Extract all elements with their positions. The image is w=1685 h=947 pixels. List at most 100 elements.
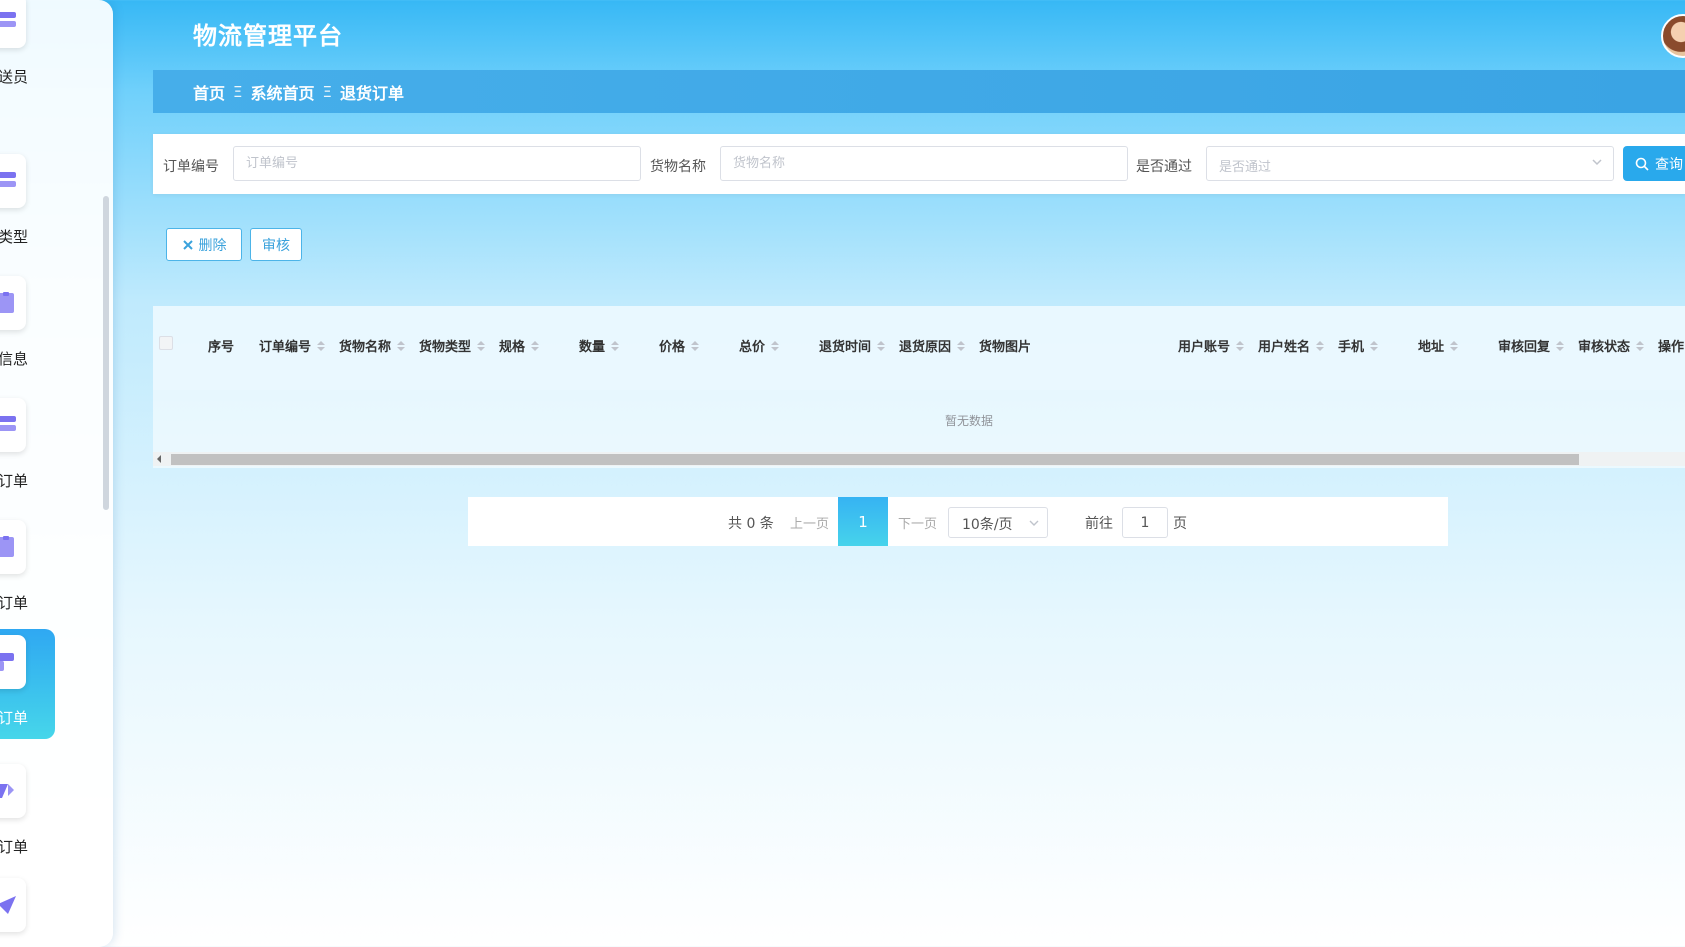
column-header[interactable]: 价格	[659, 336, 700, 355]
breadcrumb-home[interactable]: 首页	[193, 80, 225, 104]
sidebar-item-order-3[interactable]: 订单	[0, 758, 55, 868]
search-icon	[1635, 157, 1649, 171]
scrollbar-thumb[interactable]	[171, 454, 1579, 465]
next-page-button[interactable]: 下一页	[898, 513, 937, 532]
sidebar-item-label: 类型	[0, 228, 29, 246]
sort-icon[interactable]	[771, 340, 780, 351]
sidebar-item-label: 订单	[0, 594, 29, 612]
avatar[interactable]	[1661, 14, 1685, 58]
passed-select[interactable]: 是否通过	[1206, 146, 1614, 181]
sort-icon[interactable]	[611, 340, 620, 351]
total-count: 共 0 条	[728, 516, 774, 532]
column-header[interactable]: 手机	[1338, 336, 1379, 355]
sidebar-item-label: 订单	[0, 472, 29, 490]
query-button[interactable]: 查询	[1623, 146, 1685, 181]
column-header: 操作	[1658, 340, 1685, 355]
column-header[interactable]: 退货时间	[819, 336, 886, 355]
breadcrumb: 首页 Ξ 系统首页 Ξ 退货订单	[193, 80, 404, 104]
page-size-select[interactable]: 10条/页	[948, 507, 1048, 538]
sort-icon[interactable]	[477, 340, 486, 351]
sidebar-item-more[interactable]	[0, 872, 55, 947]
order-no-label: 订单编号	[163, 159, 219, 175]
order-no-input[interactable]	[233, 146, 641, 181]
column-header[interactable]: 审核状态	[1578, 336, 1645, 355]
column-header[interactable]: 用户账号	[1178, 336, 1245, 355]
sort-icon[interactable]	[1236, 340, 1245, 351]
column-header: 货物图片	[979, 340, 1032, 355]
column-header[interactable]: 数量	[579, 336, 620, 355]
sidebar-item-order-2[interactable]: 订单	[0, 514, 55, 624]
tool-icon	[0, 764, 26, 818]
sidebar-item-label: 信息	[0, 350, 29, 368]
prev-page-button[interactable]: 上一页	[790, 513, 829, 532]
sidebar-scrollbar[interactable]	[103, 196, 109, 510]
search-panel: 订单编号 货物名称 是否通过 是否通过 查询	[153, 134, 1685, 194]
column-header[interactable]: 用户姓名	[1258, 336, 1325, 355]
current-page-button[interactable]: 1	[838, 497, 888, 546]
breadcrumb-system-home[interactable]: 系统首页	[251, 80, 315, 104]
goods-name-label: 货物名称	[650, 159, 706, 175]
menu-icon	[0, 398, 26, 452]
chevron-down-icon	[1029, 520, 1039, 526]
delete-button[interactable]: 删除	[166, 228, 242, 261]
app-title: 物流管理平台	[193, 22, 343, 50]
sort-icon[interactable]	[317, 340, 326, 351]
sort-icon[interactable]	[691, 340, 700, 351]
breadcrumb-separator: Ξ	[233, 83, 243, 101]
column-header[interactable]: 总价	[739, 336, 780, 355]
query-label: 查询	[1655, 156, 1683, 173]
document-icon	[0, 520, 26, 574]
pagination: 共 0 条 上一页 1 下一页 10条/页 前往 页	[468, 497, 1448, 546]
send-icon	[0, 878, 26, 932]
sort-icon[interactable]	[397, 340, 406, 351]
sort-icon[interactable]	[1370, 340, 1379, 351]
empty-text: 暂无数据	[944, 414, 993, 428]
select-all-checkbox[interactable]	[159, 336, 173, 350]
goods-name-input[interactable]	[720, 146, 1128, 181]
column-header[interactable]: 退货原因	[899, 336, 966, 355]
sidebar-item-label: 送员	[0, 68, 29, 86]
sort-icon[interactable]	[1636, 340, 1645, 351]
close-icon	[182, 239, 193, 250]
table-header: 序号 订单编号 货物名称 货物类型 规格 数量 价格 总价 退货时间 退货原因 …	[153, 306, 1685, 390]
sort-icon[interactable]	[1450, 340, 1459, 351]
sort-icon[interactable]	[531, 340, 540, 351]
passed-select-placeholder: 是否通过	[1219, 160, 1272, 175]
page-suffix: 页	[1173, 516, 1187, 532]
passed-label: 是否通过	[1136, 159, 1192, 175]
column-header[interactable]: 审核回复	[1498, 336, 1565, 355]
table-horizontal-scrollbar[interactable]	[153, 452, 1685, 466]
sort-icon[interactable]	[1316, 340, 1325, 351]
column-header[interactable]: 货物类型	[419, 336, 486, 355]
sidebar-item-label: 订单	[0, 709, 29, 727]
column-header[interactable]: 规格	[499, 336, 540, 355]
menu-icon	[0, 154, 26, 208]
column-header[interactable]: 订单编号	[259, 336, 326, 355]
document-icon	[0, 276, 26, 330]
sidebar-item-info[interactable]: 信息	[0, 270, 55, 380]
column-header: 序号	[208, 340, 235, 355]
return-order-table: 序号 订单编号 货物名称 货物类型 规格 数量 价格 总价 退货时间 退货原因 …	[153, 306, 1685, 468]
goto-page-input[interactable]	[1122, 507, 1168, 538]
delete-label: 删除	[198, 237, 227, 254]
review-label: 审核	[262, 237, 290, 254]
sort-icon[interactable]	[957, 340, 966, 351]
column-header[interactable]: 货物名称	[339, 336, 406, 355]
sort-icon[interactable]	[877, 340, 886, 351]
sidebar-item-courier[interactable]: 送员	[0, 0, 55, 98]
sidebar-item-type[interactable]: 类型	[0, 148, 55, 258]
review-button[interactable]: 审核	[250, 228, 302, 261]
sidebar-item-return-order[interactable]: 订单	[0, 629, 55, 739]
flag-icon	[0, 635, 26, 689]
sidebar: 送员 类型 信息 订单 订单 订单 订单	[0, 0, 113, 947]
menu-icon	[0, 0, 26, 48]
breadcrumb-bar: 首页 Ξ 系统首页 Ξ 退货订单	[153, 70, 1685, 113]
breadcrumb-separator: Ξ	[322, 83, 332, 101]
scroll-left-icon[interactable]	[157, 455, 161, 463]
breadcrumb-current: 退货订单	[340, 84, 405, 103]
sidebar-item-order-1[interactable]: 订单	[0, 392, 55, 502]
column-header[interactable]: 地址	[1418, 336, 1459, 355]
chevron-down-icon	[1592, 159, 1602, 166]
sort-icon[interactable]	[1556, 340, 1565, 351]
sidebar-item-label: 订单	[0, 838, 29, 856]
